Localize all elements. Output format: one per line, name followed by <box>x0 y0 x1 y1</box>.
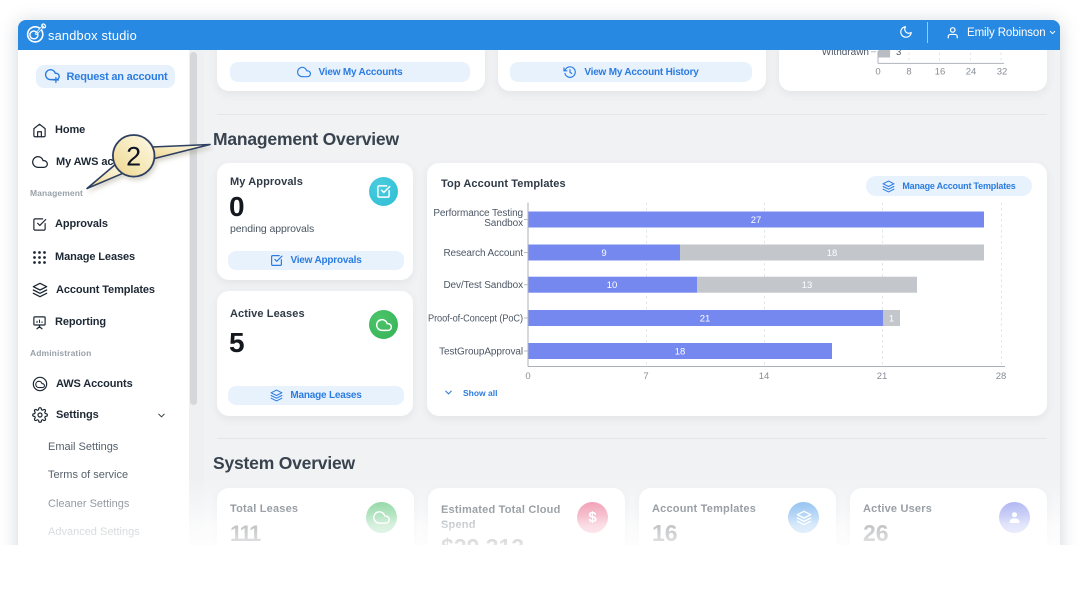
svg-text:Dev/Test Sandbox: Dev/Test Sandbox <box>443 280 523 291</box>
svg-text:18: 18 <box>827 248 838 259</box>
svg-text:0: 0 <box>875 67 880 78</box>
svg-text:Proof-of-Concept (PoC): Proof-of-Concept (PoC) <box>428 314 523 325</box>
svg-text:8: 8 <box>906 67 911 78</box>
svg-text:13: 13 <box>802 280 813 291</box>
svg-text:9: 9 <box>601 248 606 259</box>
svg-text:21: 21 <box>877 371 888 382</box>
svg-text:24: 24 <box>966 67 977 78</box>
svg-text:7: 7 <box>643 371 648 382</box>
svg-text:Sandbox: Sandbox <box>484 218 523 229</box>
svg-text:TestGroupApproval: TestGroupApproval <box>439 347 523 358</box>
svg-text:0: 0 <box>525 371 530 382</box>
svg-text:10: 10 <box>607 280 618 291</box>
svg-text:18: 18 <box>675 347 686 358</box>
svg-text:27: 27 <box>751 215 762 226</box>
svg-text:1: 1 <box>889 314 894 325</box>
svg-text:32: 32 <box>997 67 1008 78</box>
svg-text:21: 21 <box>700 314 711 325</box>
svg-text:16: 16 <box>935 67 946 78</box>
svg-text:Research Account: Research Account <box>443 248 523 259</box>
svg-text:28: 28 <box>996 371 1007 382</box>
svg-text:14: 14 <box>759 371 770 382</box>
